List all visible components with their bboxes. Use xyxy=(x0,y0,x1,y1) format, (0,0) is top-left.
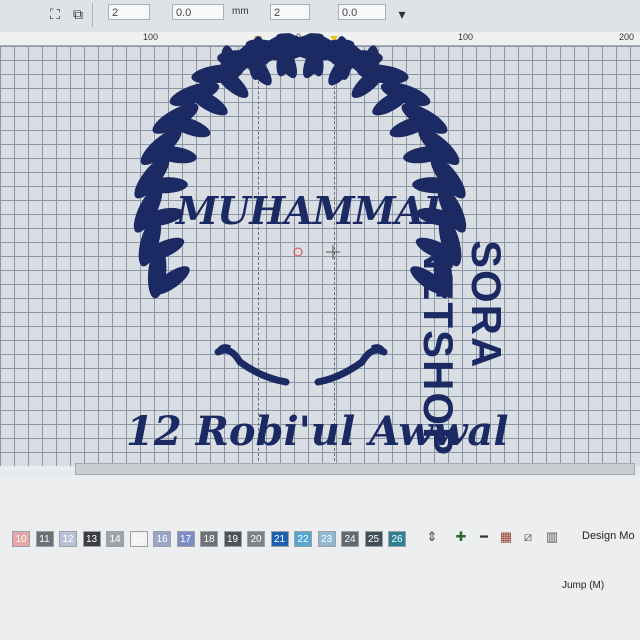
design-title-text[interactable]: MUHAMMAD xyxy=(176,188,456,233)
no-color-icon[interactable]: ⧄ xyxy=(520,529,536,545)
color-swatch-12[interactable]: 12 xyxy=(59,531,77,547)
color-chart-icon[interactable]: ▦ xyxy=(498,529,514,545)
color-swatch-21[interactable]: 21 xyxy=(270,531,289,547)
add-color-icon[interactable]: ✚ xyxy=(453,529,469,545)
color-swatch-17[interactable]: 17 xyxy=(176,531,195,547)
remove-color-icon[interactable]: ━ xyxy=(476,529,492,545)
color-swatch-23[interactable]: 23 xyxy=(317,531,336,547)
color-swatch-18[interactable]: 18 xyxy=(200,531,218,547)
color-swatch-14[interactable]: 14 xyxy=(106,531,124,547)
color-swatch-26[interactable]: 26 xyxy=(388,531,406,547)
color-swatch-25[interactable]: 25 xyxy=(364,531,383,547)
jump-label: Jump (M) xyxy=(562,580,605,591)
color-swatch-19[interactable]: 19 xyxy=(223,531,242,547)
spinner-icon[interactable]: ⇕ xyxy=(424,529,440,545)
color-swatch-22[interactable]: 22 xyxy=(294,531,312,547)
color-swatch-20[interactable]: 20 xyxy=(247,531,265,547)
design-mode-label[interactable]: Design Mo xyxy=(582,530,635,542)
horizontal-scrollbar[interactable] xyxy=(75,463,635,475)
color-swatch-10[interactable]: 10 xyxy=(12,531,30,547)
color-swatch-16[interactable]: 16 xyxy=(153,531,171,547)
bottom-panel xyxy=(0,478,640,640)
color-swatch-15[interactable]: 15 xyxy=(129,531,148,547)
palette-settings-icon[interactable]: ▥ xyxy=(544,529,560,545)
color-swatch-11[interactable]: 11 xyxy=(35,531,54,547)
color-swatch-24[interactable]: 24 xyxy=(341,531,359,547)
color-swatch-13[interactable]: 13 xyxy=(82,531,101,547)
design-vertical-text[interactable]: SORA NETSHOP xyxy=(414,240,510,457)
